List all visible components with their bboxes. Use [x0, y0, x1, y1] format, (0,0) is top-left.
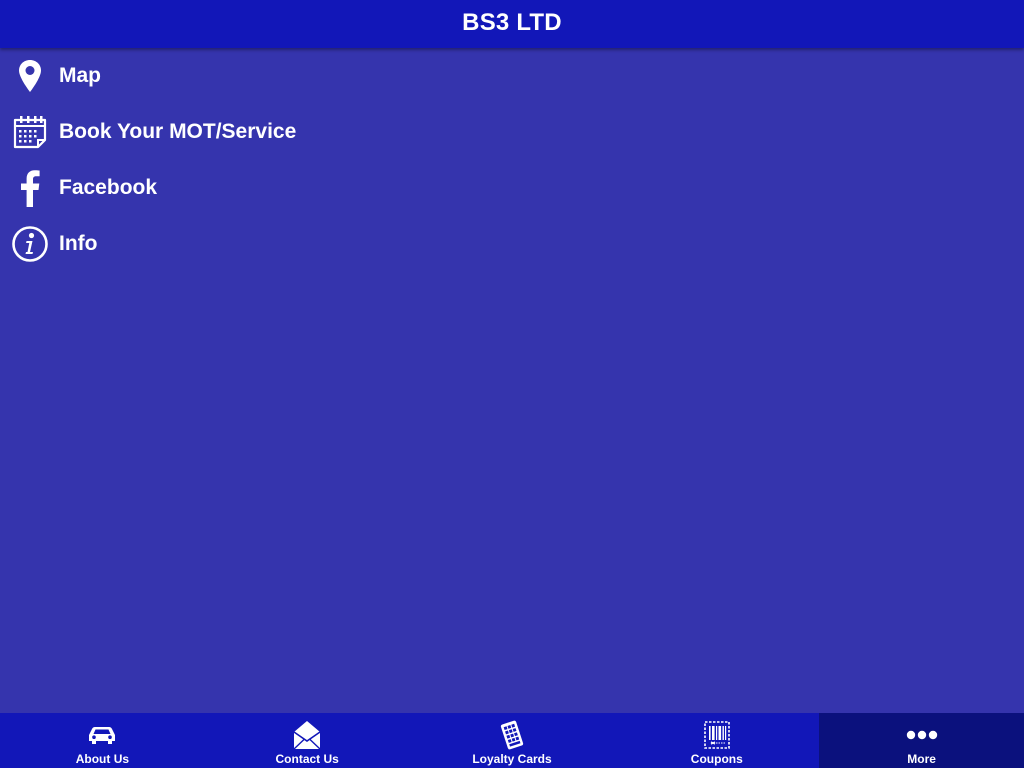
more-dots-icon	[906, 713, 938, 753]
tab-label: Contact Us	[275, 752, 339, 766]
calendar-icon	[11, 112, 49, 152]
tab-label: Coupons	[690, 752, 743, 766]
car-icon	[87, 713, 117, 753]
page-title: BS3 LTD	[462, 8, 562, 36]
menu-item-label: Map	[59, 63, 101, 87]
bottom-tab-bar: About Us Contact Us Loyalty Cards Coupon…	[0, 713, 1024, 768]
menu-item-info[interactable]: Info	[0, 216, 1024, 272]
tab-loyalty-cards[interactable]: Loyalty Cards	[410, 713, 615, 768]
loyalty-card-icon	[498, 713, 526, 753]
envelope-icon	[293, 713, 321, 753]
tab-label: More	[907, 752, 936, 766]
header-bar: BS3 LTD	[0, 0, 1024, 48]
facebook-icon	[11, 168, 49, 208]
app-screen: BS3 LTD Map Book Your MOT/Service Facebo…	[0, 0, 1024, 768]
menu-item-label: Book Your MOT/Service	[59, 119, 297, 143]
tab-contact-us[interactable]: Contact Us	[205, 713, 410, 768]
menu-item-label: Facebook	[59, 175, 158, 199]
menu-item-facebook[interactable]: Facebook	[0, 160, 1024, 216]
coupon-barcode-icon	[702, 713, 732, 753]
menu-item-map[interactable]: Map	[0, 48, 1024, 104]
tab-more[interactable]: More	[819, 713, 1024, 768]
tab-label: Loyalty Cards	[472, 752, 552, 766]
info-icon	[11, 224, 49, 264]
tab-about-us[interactable]: About Us	[0, 713, 205, 768]
tab-coupons[interactable]: Coupons	[614, 713, 819, 768]
menu-item-label: Info	[59, 231, 98, 255]
menu-item-book-service[interactable]: Book Your MOT/Service	[0, 104, 1024, 160]
tab-label: About Us	[75, 752, 130, 766]
more-menu-list: Map Book Your MOT/Service Facebook Info	[0, 48, 1024, 272]
map-pin-icon	[11, 56, 49, 96]
